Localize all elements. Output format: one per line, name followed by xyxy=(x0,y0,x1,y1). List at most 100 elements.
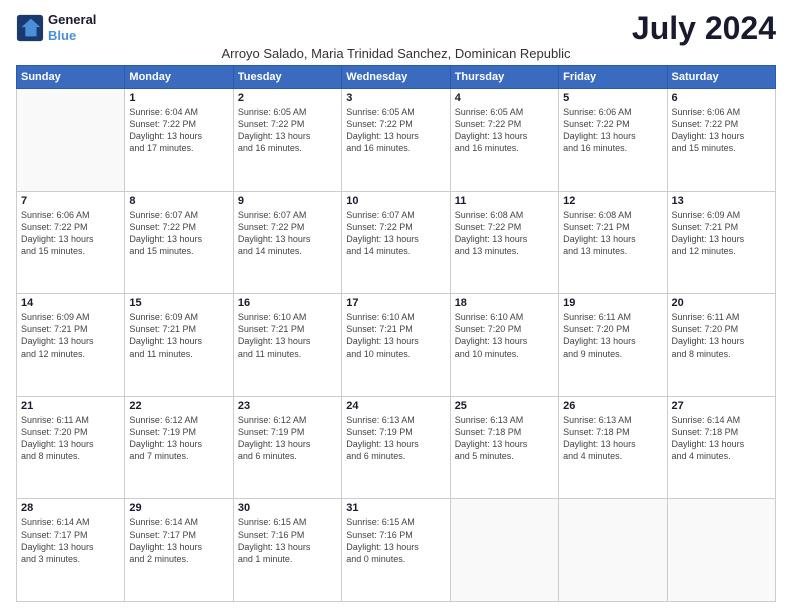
calendar-cell: 4 Sunrise: 6:05 AM Sunset: 7:22 PM Daylig… xyxy=(450,89,558,192)
day-info: Sunrise: 6:09 AM Sunset: 7:21 PM Dayligh… xyxy=(21,311,120,360)
calendar-cell: 16 Sunrise: 6:10 AM Sunset: 7:21 PM Dayli… xyxy=(233,294,341,397)
week-row-3: 14 Sunrise: 6:09 AM Sunset: 7:21 PM Dayli… xyxy=(17,294,776,397)
calendar-cell: 17 Sunrise: 6:10 AM Sunset: 7:21 PM Dayli… xyxy=(342,294,450,397)
day-info: Sunrise: 6:05 AM Sunset: 7:22 PM Dayligh… xyxy=(346,106,445,155)
day-info: Sunrise: 6:12 AM Sunset: 7:19 PM Dayligh… xyxy=(129,414,228,463)
calendar-cell xyxy=(667,499,775,602)
logo: General Blue xyxy=(16,12,96,43)
calendar-cell: 7 Sunrise: 6:06 AM Sunset: 7:22 PM Daylig… xyxy=(17,191,125,294)
header: General Blue July 2024 xyxy=(16,12,776,44)
week-row-5: 28 Sunrise: 6:14 AM Sunset: 7:17 PM Dayli… xyxy=(17,499,776,602)
day-info: Sunrise: 6:14 AM Sunset: 7:17 PM Dayligh… xyxy=(129,516,228,565)
calendar-cell: 12Sunrise: 6:08 AM Sunset: 7:21 PM Dayli… xyxy=(559,191,667,294)
day-number: 11 xyxy=(455,195,554,207)
calendar-cell: 1Sunrise: 6:04 AM Sunset: 7:22 PM Daylig… xyxy=(125,89,233,192)
day-info: Sunrise: 6:11 AM Sunset: 7:20 PM Dayligh… xyxy=(563,311,662,360)
logo-line2: Blue xyxy=(48,28,96,44)
calendar-cell: 11 Sunrise: 6:08 AM Sunset: 7:22 PM Dayli… xyxy=(450,191,558,294)
day-info: Sunrise: 6:09 AM Sunset: 7:21 PM Dayligh… xyxy=(672,209,771,258)
calendar-cell: 24 Sunrise: 6:13 AM Sunset: 7:19 PM Dayli… xyxy=(342,396,450,499)
day-number: 24 xyxy=(346,400,445,412)
day-number: 5 xyxy=(563,92,662,104)
logo-line1: General xyxy=(48,12,96,28)
day-number: 16 xyxy=(238,297,337,309)
col-tuesday: Tuesday xyxy=(233,66,341,89)
calendar-cell: 28 Sunrise: 6:14 AM Sunset: 7:17 PM Dayli… xyxy=(17,499,125,602)
calendar-cell: 25 Sunrise: 6:13 AM Sunset: 7:18 PM Dayli… xyxy=(450,396,558,499)
calendar-header: Sunday Monday Tuesday Wednesday Thursday… xyxy=(17,66,776,89)
day-info: Sunrise: 6:05 AM Sunset: 7:22 PM Dayligh… xyxy=(238,106,337,155)
calendar-cell: 27 Sunrise: 6:14 AM Sunset: 7:18 PM Dayli… xyxy=(667,396,775,499)
calendar-cell: 21 Sunrise: 6:11 AM Sunset: 7:20 PM Dayli… xyxy=(17,396,125,499)
calendar-cell: 18 Sunrise: 6:10 AM Sunset: 7:20 PM Dayli… xyxy=(450,294,558,397)
day-info: Sunrise: 6:10 AM Sunset: 7:21 PM Dayligh… xyxy=(346,311,445,360)
calendar-cell: 29Sunrise: 6:14 AM Sunset: 7:17 PM Dayli… xyxy=(125,499,233,602)
day-number: 4 xyxy=(455,92,554,104)
day-info: Sunrise: 6:12 AM Sunset: 7:19 PM Dayligh… xyxy=(238,414,337,463)
header-row: Sunday Monday Tuesday Wednesday Thursday… xyxy=(17,66,776,89)
day-info: Sunrise: 6:10 AM Sunset: 7:21 PM Dayligh… xyxy=(238,311,337,360)
calendar-cell: 13 Sunrise: 6:09 AM Sunset: 7:21 PM Dayli… xyxy=(667,191,775,294)
calendar-cell: 31Sunrise: 6:15 AM Sunset: 7:16 PM Dayli… xyxy=(342,499,450,602)
calendar-cell: 5 Sunrise: 6:06 AM Sunset: 7:22 PM Daylig… xyxy=(559,89,667,192)
day-info: Sunrise: 6:10 AM Sunset: 7:20 PM Dayligh… xyxy=(455,311,554,360)
day-number: 13 xyxy=(672,195,771,207)
calendar: Sunday Monday Tuesday Wednesday Thursday… xyxy=(16,65,776,602)
calendar-cell: 9Sunrise: 6:07 AM Sunset: 7:22 PM Daylig… xyxy=(233,191,341,294)
col-wednesday: Wednesday xyxy=(342,66,450,89)
day-number: 7 xyxy=(21,195,120,207)
day-info: Sunrise: 6:15 AM Sunset: 7:16 PM Dayligh… xyxy=(346,516,445,565)
calendar-cell xyxy=(17,89,125,192)
day-number: 18 xyxy=(455,297,554,309)
day-info: Sunrise: 6:07 AM Sunset: 7:22 PM Dayligh… xyxy=(346,209,445,258)
title-section: July 2024 xyxy=(632,12,776,44)
day-info: Sunrise: 6:05 AM Sunset: 7:22 PM Dayligh… xyxy=(455,106,554,155)
calendar-cell: 3 Sunrise: 6:05 AM Sunset: 7:22 PM Daylig… xyxy=(342,89,450,192)
day-info: Sunrise: 6:08 AM Sunset: 7:22 PM Dayligh… xyxy=(455,209,554,258)
page: General Blue July 2024 Arroyo Salado, Ma… xyxy=(0,0,792,612)
calendar-cell: 23Sunrise: 6:12 AM Sunset: 7:19 PM Dayli… xyxy=(233,396,341,499)
day-info: Sunrise: 6:15 AM Sunset: 7:16 PM Dayligh… xyxy=(238,516,337,565)
day-info: Sunrise: 6:14 AM Sunset: 7:17 PM Dayligh… xyxy=(21,516,120,565)
day-info: Sunrise: 6:11 AM Sunset: 7:20 PM Dayligh… xyxy=(672,311,771,360)
day-number: 22 xyxy=(129,400,228,412)
week-row-1: 1Sunrise: 6:04 AM Sunset: 7:22 PM Daylig… xyxy=(17,89,776,192)
day-number: 14 xyxy=(21,297,120,309)
day-info: Sunrise: 6:08 AM Sunset: 7:21 PM Dayligh… xyxy=(563,209,662,258)
day-number: 27 xyxy=(672,400,771,412)
day-info: Sunrise: 6:13 AM Sunset: 7:18 PM Dayligh… xyxy=(563,414,662,463)
day-number: 21 xyxy=(21,400,120,412)
col-saturday: Saturday xyxy=(667,66,775,89)
day-info: Sunrise: 6:07 AM Sunset: 7:22 PM Dayligh… xyxy=(129,209,228,258)
calendar-cell: 2 Sunrise: 6:05 AM Sunset: 7:22 PM Daylig… xyxy=(233,89,341,192)
calendar-cell xyxy=(450,499,558,602)
day-number: 20 xyxy=(672,297,771,309)
day-number: 26 xyxy=(563,400,662,412)
day-info: Sunrise: 6:06 AM Sunset: 7:22 PM Dayligh… xyxy=(563,106,662,155)
week-row-2: 7 Sunrise: 6:06 AM Sunset: 7:22 PM Daylig… xyxy=(17,191,776,294)
col-monday: Monday xyxy=(125,66,233,89)
day-number: 28 xyxy=(21,502,120,514)
calendar-cell: 10 Sunrise: 6:07 AM Sunset: 7:22 PM Dayli… xyxy=(342,191,450,294)
day-number: 10 xyxy=(346,195,445,207)
day-info: Sunrise: 6:13 AM Sunset: 7:18 PM Dayligh… xyxy=(455,414,554,463)
subtitle: Arroyo Salado, Maria Trinidad Sanchez, D… xyxy=(16,46,776,61)
day-number: 25 xyxy=(455,400,554,412)
calendar-cell: 8Sunrise: 6:07 AM Sunset: 7:22 PM Daylig… xyxy=(125,191,233,294)
month-year: July 2024 xyxy=(632,12,776,44)
day-info: Sunrise: 6:11 AM Sunset: 7:20 PM Dayligh… xyxy=(21,414,120,463)
col-sunday: Sunday xyxy=(17,66,125,89)
day-info: Sunrise: 6:06 AM Sunset: 7:22 PM Dayligh… xyxy=(21,209,120,258)
day-number: 6 xyxy=(672,92,771,104)
day-info: Sunrise: 6:13 AM Sunset: 7:19 PM Dayligh… xyxy=(346,414,445,463)
day-number: 17 xyxy=(346,297,445,309)
calendar-cell: 19Sunrise: 6:11 AM Sunset: 7:20 PM Dayli… xyxy=(559,294,667,397)
day-info: Sunrise: 6:14 AM Sunset: 7:18 PM Dayligh… xyxy=(672,414,771,463)
calendar-cell: 26 Sunrise: 6:13 AM Sunset: 7:18 PM Dayli… xyxy=(559,396,667,499)
day-number: 2 xyxy=(238,92,337,104)
col-thursday: Thursday xyxy=(450,66,558,89)
day-info: Sunrise: 6:07 AM Sunset: 7:22 PM Dayligh… xyxy=(238,209,337,258)
day-number: 3 xyxy=(346,92,445,104)
logo-text: General Blue xyxy=(48,12,96,43)
calendar-cell: 20 Sunrise: 6:11 AM Sunset: 7:20 PM Dayli… xyxy=(667,294,775,397)
